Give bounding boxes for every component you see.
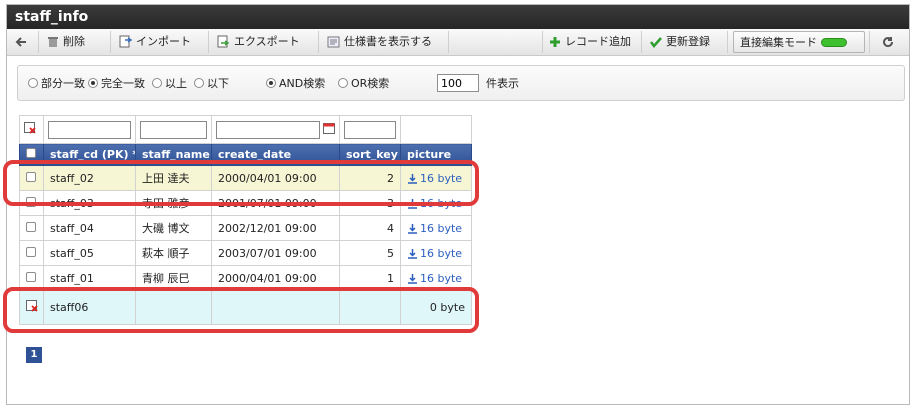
direct-edit-toggle[interactable]: 直接編集モード (733, 31, 865, 53)
plus-icon (549, 35, 565, 48)
calendar-icon[interactable] (323, 122, 335, 137)
update-button[interactable]: 更新登録 (644, 31, 728, 53)
export-icon (217, 35, 234, 48)
download-icon (407, 222, 420, 235)
document-icon (327, 35, 344, 48)
or-search-option[interactable]: OR検索 (338, 77, 389, 91)
toggle-on-indicator (821, 38, 847, 47)
picture-download-link[interactable]: 16 byte (407, 272, 462, 285)
staff-cd-filter[interactable] (48, 120, 131, 139)
picture-download-link[interactable]: 16 byte (407, 247, 462, 260)
delete-button[interactable]: 削除 (41, 31, 111, 53)
import-icon (119, 35, 136, 48)
toolbar: 削除 インポート エクスポート 仕様書を表示する レコード追加 更新登録 直接編… (7, 29, 909, 56)
table-row[interactable]: staff_04 大磯 博文 2002/12/01 09:00 4 16 byt… (19, 215, 472, 241)
arrow-left-icon (15, 35, 31, 48)
row-checkbox[interactable] (26, 271, 36, 282)
trash-icon (47, 35, 63, 48)
exact-match-option[interactable]: 完全一致 (88, 77, 145, 91)
and-search-option[interactable]: AND検索 (266, 77, 325, 91)
check-icon (650, 35, 666, 48)
filter-row (19, 115, 472, 144)
download-icon (407, 247, 420, 260)
row-checkbox[interactable] (26, 221, 36, 232)
gte-option[interactable]: 以上 (152, 77, 187, 91)
display-count-input[interactable] (437, 74, 479, 92)
staff-name-filter[interactable] (140, 120, 207, 139)
create-date-filter[interactable] (216, 120, 320, 139)
row-checkbox[interactable] (26, 246, 36, 257)
back-button[interactable] (7, 31, 39, 53)
lte-option[interactable]: 以下 (194, 77, 229, 91)
highlight-selected-row (3, 160, 479, 206)
add-record-button[interactable]: レコード追加 (542, 31, 642, 53)
display-count-label: 件表示 (486, 77, 519, 90)
table-row[interactable]: staff_05 萩本 順子 2003/07/01 09:00 5 16 byt… (19, 240, 472, 266)
clear-filter-icon (24, 122, 37, 137)
refresh-button[interactable] (869, 31, 909, 53)
window-title: staff_info (7, 5, 909, 29)
highlight-new-row (3, 287, 479, 333)
show-spec-button[interactable]: 仕様書を表示する (321, 31, 449, 53)
sort-key-filter[interactable] (344, 120, 396, 139)
page-1-button[interactable]: 1 (26, 347, 42, 363)
export-button[interactable]: エクスポート (211, 31, 319, 53)
clear-filter-cell[interactable] (19, 115, 44, 144)
partial-match-option[interactable]: 部分一致 (28, 77, 85, 91)
refresh-icon (882, 35, 898, 48)
search-options-bar: 部分一致 完全一致 以上 以下 AND検索 OR検索 件表示 (17, 65, 905, 101)
picture-download-link[interactable]: 16 byte (407, 222, 462, 235)
download-icon (407, 272, 420, 285)
import-button[interactable]: インポート (113, 31, 209, 53)
